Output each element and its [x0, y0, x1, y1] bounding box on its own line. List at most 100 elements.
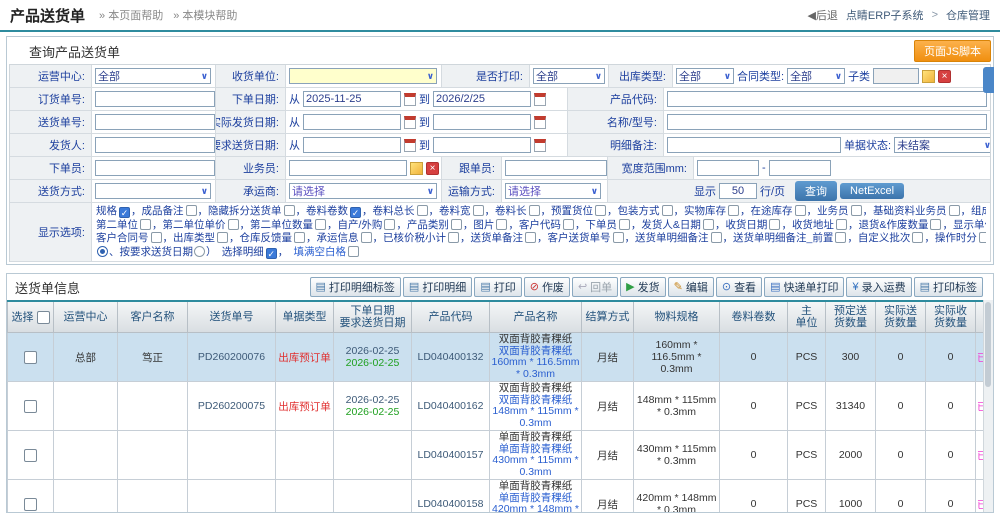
dropdown-select[interactable]: 全部∨ [676, 68, 734, 84]
option-checkbox[interactable] [930, 219, 941, 230]
option-checkbox[interactable] [448, 232, 459, 243]
text-input[interactable] [95, 160, 215, 176]
toolbar-button-view[interactable]: ⊙查看 [716, 277, 762, 297]
text-input[interactable]: 50 [719, 183, 757, 199]
text-input[interactable] [433, 137, 531, 153]
select-all-checkbox[interactable] [37, 311, 50, 324]
product-link[interactable]: 单面背胶青稞纸420mm * 148mm * 0.3mm [491, 493, 580, 513]
text-input[interactable] [667, 114, 987, 130]
row-checkbox[interactable] [24, 449, 37, 462]
option-checkbox[interactable] [769, 219, 780, 230]
option-checkbox[interactable] [529, 205, 540, 216]
option-checkbox[interactable] [613, 232, 624, 243]
dropdown-select[interactable]: 请选择∨ [289, 183, 437, 199]
text-input[interactable] [95, 114, 215, 130]
option-checkbox[interactable] [835, 232, 846, 243]
option-checkbox[interactable] [525, 232, 536, 243]
option-checkbox[interactable] [217, 232, 228, 243]
option-radio[interactable] [97, 246, 108, 257]
option-checkbox[interactable] [361, 232, 372, 243]
calendar-icon[interactable] [534, 116, 546, 129]
toolbar-button-print[interactable]: ▤打印 [474, 277, 521, 297]
button-query[interactable]: 查询 [795, 181, 837, 201]
option-checkbox[interactable] [795, 205, 806, 216]
panel-collapse-tab[interactable] [983, 67, 994, 93]
dropdown-select[interactable]: ∨ [95, 183, 211, 199]
page-help-link[interactable]: » 本页面帮助 [99, 7, 163, 23]
option-checkbox[interactable] [836, 219, 847, 230]
breadcrumb-warehouse[interactable]: 仓库管理 [946, 7, 990, 23]
calendar-icon[interactable] [534, 93, 546, 106]
option-checkbox[interactable] [979, 232, 986, 243]
text-input[interactable] [667, 137, 841, 153]
module-help-link[interactable]: » 本模块帮助 [173, 7, 237, 23]
row-checkbox[interactable] [24, 400, 37, 413]
option-radio[interactable] [194, 246, 205, 257]
option-checkbox[interactable] [473, 205, 484, 216]
calendar-icon[interactable] [404, 93, 416, 106]
dropdown-select[interactable]: 未结案∨ [894, 137, 990, 153]
option-checkbox[interactable] [912, 232, 923, 243]
product-link[interactable]: 双面背胶青稞纸148mm * 115mm * 0.3mm [491, 395, 580, 430]
option-checkbox[interactable] [186, 205, 197, 216]
breadcrumb-system[interactable]: 点睛ERP子系统 [846, 7, 924, 23]
text-input[interactable]: 2026/2/25 [433, 91, 531, 107]
toolbar-button-enter-freight[interactable]: ¥录入运费 [846, 277, 911, 297]
text-input[interactable] [95, 91, 215, 107]
product-link[interactable]: 单面背胶青稞纸430mm * 115mm * 0.3mm [491, 444, 580, 479]
dropdown-select[interactable]: 请选择∨ [505, 183, 601, 199]
dropdown-select[interactable]: ∨ [289, 68, 437, 84]
text-input[interactable] [303, 137, 401, 153]
option-checkbox[interactable] [348, 246, 359, 257]
text-input[interactable] [289, 160, 407, 176]
button-netexcel[interactable]: NetExcel [840, 183, 904, 199]
option-checkbox[interactable] [384, 219, 395, 230]
option-checkbox[interactable] [619, 219, 630, 230]
toolbar-button-print-tag[interactable]: ▤打印标签 [914, 277, 983, 297]
text-input[interactable] [873, 68, 919, 84]
option-checkbox[interactable] [563, 219, 574, 230]
text-input[interactable] [303, 114, 401, 130]
row-checkbox[interactable] [24, 351, 37, 364]
option-checkbox[interactable] [949, 205, 960, 216]
calendar-icon[interactable] [404, 116, 416, 129]
option-checkbox[interactable] [151, 232, 162, 243]
toolbar-button-edit[interactable]: ✎编辑 [668, 277, 714, 297]
toolbar-button-print-detail-tag[interactable]: ▤打印明细标签 [310, 277, 401, 297]
option-checkbox[interactable] [140, 219, 151, 230]
toolbar-button-void[interactable]: ⊘作废 [524, 277, 570, 297]
toolbar-button-print-detail[interactable]: ▤打印明细 [403, 277, 472, 297]
toolbar-button-ship[interactable]: ▶发货 [620, 277, 665, 297]
option-checkbox[interactable] [294, 232, 305, 243]
text-input[interactable] [505, 160, 607, 176]
option-checkbox[interactable]: ✓ [350, 207, 361, 218]
calendar-icon[interactable] [404, 139, 416, 152]
browse-icon[interactable] [922, 70, 935, 83]
text-input[interactable] [433, 114, 531, 130]
option-checkbox[interactable]: ✓ [119, 207, 130, 218]
dropdown-select[interactable]: 全部∨ [533, 68, 605, 84]
clear-icon[interactable]: × [426, 162, 439, 175]
option-checkbox[interactable] [228, 219, 239, 230]
option-checkbox[interactable]: ✓ [266, 248, 277, 259]
text-input[interactable] [95, 137, 215, 153]
fill-blank-link[interactable]: 填满空白格 [294, 246, 347, 258]
option-checkbox[interactable] [284, 205, 295, 216]
option-checkbox[interactable] [711, 232, 722, 243]
option-checkbox[interactable] [417, 205, 428, 216]
calendar-icon[interactable] [534, 139, 546, 152]
option-checkbox[interactable] [728, 205, 739, 216]
option-checkbox[interactable] [451, 219, 462, 230]
page-js-script-button[interactable]: 页面JS脚本 [914, 40, 991, 62]
option-checkbox[interactable] [703, 219, 714, 230]
dropdown-select[interactable]: 全部∨ [95, 68, 211, 84]
option-checkbox[interactable] [315, 219, 326, 230]
vertical-scrollbar[interactable] [983, 300, 993, 512]
toolbar-button-express-print[interactable]: ▤快递单打印 [764, 277, 844, 297]
option-checkbox[interactable] [496, 219, 507, 230]
browse-icon[interactable] [410, 162, 423, 175]
clear-icon[interactable]: × [938, 70, 951, 83]
text-input[interactable] [697, 160, 759, 176]
scrollbar-thumb[interactable] [985, 302, 991, 387]
text-input[interactable]: 2025-11-25 [303, 91, 401, 107]
